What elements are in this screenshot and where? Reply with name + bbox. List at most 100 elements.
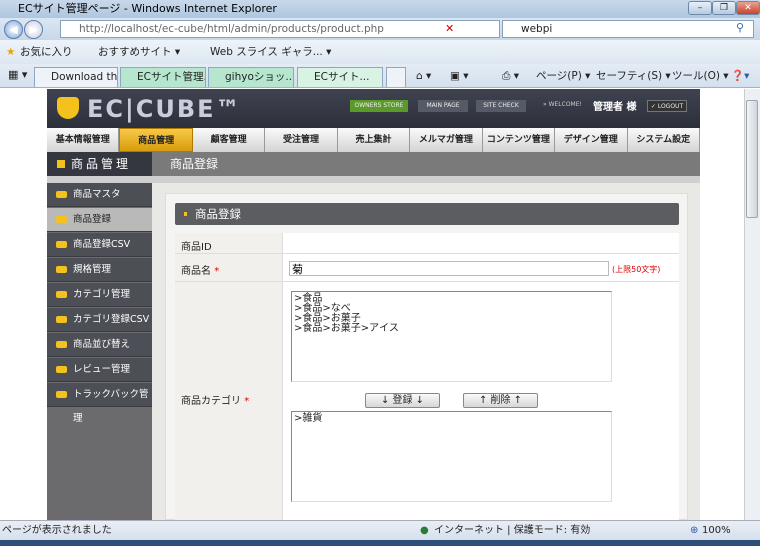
product-name-label: 商品名 * [175,254,283,281]
welcome-label: » WELCOME! [543,101,582,108]
selected-category-list[interactable]: >雑貨 [291,411,612,502]
search-icon[interactable]: ⚲ [736,21,744,34]
nav-orders[interactable]: 受注管理 [265,128,338,152]
nav-mailmag[interactable]: メルマガ管理 [410,128,483,152]
quick-tabs-icon[interactable]: ▦ ▾ [8,68,27,81]
sidebar-item-label: 商品登録CSV [73,239,131,250]
sidebar-item-review[interactable]: レビュー管理 [47,358,152,382]
folder-icon [56,366,67,373]
nav-sales[interactable]: 売上集計 [337,128,411,152]
register-category-button[interactable]: ↓ 登録 ↓ [365,393,440,408]
window-title: ECサイト管理ページ - Windows Internet Explorer [0,0,760,18]
favorites-bar: ★ お気に入り おすすめサイト ▾ Web スライス ギャラ... ▾ [0,40,760,64]
required-mark: * [244,396,250,407]
sidebar-item-label: 商品マスタ [73,189,121,200]
nav-contents[interactable]: コンテンツ管理 [482,128,556,152]
home-icon[interactable]: ⌂ ▾ [416,68,431,84]
search-input[interactable]: webpi [502,20,754,38]
folder-icon [56,191,67,198]
row-product-category: 商品カテゴリ * >食品 >食品>なべ >食品>お菓子 >食品>お菓子>アイス … [175,282,679,521]
tab-ec-admin[interactable]: ECサイト管理... [120,67,206,87]
folder-icon [56,316,67,323]
folder-icon [56,291,67,298]
address-row: ◀ ▶ http://localhost/ec-cube/html/admin/… [0,18,760,40]
logo: EC|CUBE™ [87,95,242,123]
zoom-level[interactable]: 100% [702,521,731,540]
tab-ec-active[interactable]: ECサイト... [297,67,383,87]
sidebar-item-sort[interactable]: 商品並び替え [47,333,152,357]
minimize-button[interactable]: – [688,1,712,15]
suggested-sites[interactable]: おすすめサイト ▾ [98,40,180,64]
sidebar-item-category-csv[interactable]: カテゴリ登録CSV [47,308,152,332]
label-text: 商品カテゴリ [181,396,241,407]
site-check-button[interactable]: SITE CHECK [476,100,526,112]
status-bar: ページが表示されました ● インターネット | 保護モード: 有効 ⊕ 100% [0,520,760,540]
available-category-list[interactable]: >食品 >食品>なべ >食品>お菓子 >食品>お菓子>アイス [291,291,612,382]
list-item[interactable]: >雑貨 [294,414,609,424]
star-icon: ★ [6,46,16,58]
row-product-name: 商品名 * (上限50文字) [175,254,679,282]
print-icon[interactable]: ⎙ ▾ [502,68,519,84]
new-tab[interactable] [386,67,406,87]
zoom-icon[interactable]: ⊕ [690,521,698,540]
sidebar-item-label: 商品登録 [73,214,112,225]
nav-design[interactable]: デザイン管理 [555,128,628,152]
forward-icon[interactable]: ▶ [24,20,43,39]
nav-products[interactable]: 商品管理 [119,128,193,152]
safety-menu[interactable]: セーフティ(S) ▾ [596,68,671,84]
admin-header: EC|CUBE™ OWNERS STORE MAIN PAGE SITE CHE… [47,89,700,128]
sub-header: 商品管理 商品登録 [47,152,700,176]
sidebar-item-product-csv[interactable]: 商品登録CSV [47,233,152,257]
sidebar-item-label: 規格管理 [73,264,112,275]
favorites-button[interactable]: お気に入り [20,40,73,64]
tools-menu[interactable]: ツール(O) ▾ [672,68,729,84]
page-menu[interactable]: ページ(P) ▾ [536,68,590,84]
form-heading: 商品登録 [175,203,679,225]
required-mark: * [214,266,220,277]
product-category-label: 商品カテゴリ * [175,282,283,520]
user-name: 管理者 様 [593,102,637,113]
nav-system[interactable]: システム設定 [627,128,700,152]
name-limit-note: (上限50文字) [612,265,661,274]
sidebar-item-label: レビュー管理 [73,364,131,375]
section-icon [57,160,65,168]
page-title: 商品登録 [170,157,219,171]
stop-icon[interactable]: ✕ [445,22,454,35]
sidebar-item-label: カテゴリ登録CSV [73,314,150,325]
logo-shield-icon [57,97,79,119]
address-bar[interactable]: http://localhost/ec-cube/html/admin/prod… [60,20,500,38]
owners-store-button[interactable]: OWNERS STORE [350,100,408,112]
tab-download[interactable]: Download th... [34,67,118,87]
sidebar-item-label: 商品並び替え [73,339,131,350]
logout-button[interactable]: ✓ LOGOUT [647,100,687,112]
status-text: ページが表示されました [2,525,112,536]
sidebar-item-trackback[interactable]: トラックバック管理 [47,383,152,424]
web-slice-gallery[interactable]: Web スライス ギャラ... ▾ [210,40,331,64]
nav-basic[interactable]: 基本情報管理 [47,128,120,152]
form-panel: 商品登録 商品ID 商品名 * (上限50文字) 商品カテゴリ * >食品 >食… [165,193,688,521]
sidebar-item-spec[interactable]: 規格管理 [47,258,152,282]
row-product-id: 商品ID [175,233,679,254]
list-item[interactable]: >食品>お菓子>アイス [294,324,609,334]
restore-button[interactable]: ❐ [712,1,736,15]
main-page-button[interactable]: MAIN PAGE [418,100,468,112]
product-name-input[interactable] [289,261,609,276]
feed-icon[interactable]: ▣ ▾ [450,68,469,84]
help-icon[interactable]: ❓▾ [731,68,749,84]
back-icon[interactable]: ◀ [4,20,23,39]
sidebar-item-product-register[interactable]: 商品登録 [47,208,152,232]
folder-icon [56,391,67,398]
delete-category-button[interactable]: ↑ 削除 ↑ [463,393,538,408]
sidebar-item-product-master[interactable]: 商品マスタ [47,183,152,207]
sidebar-item-label: カテゴリ管理 [73,289,131,300]
tab-gihyo[interactable]: gihyoショッ... [208,67,294,87]
globe-icon: ● [420,525,429,536]
sidebar-item-category[interactable]: カテゴリ管理 [47,283,152,307]
close-button[interactable]: ✕ [736,1,760,15]
scrollbar-thumb[interactable] [746,100,758,218]
main-nav: 基本情報管理 商品管理 顧客管理 受注管理 売上集計 メルマガ管理 コンテンツ管… [47,128,700,152]
label-text: 商品名 [181,266,211,277]
nav-customers[interactable]: 顧客管理 [192,128,266,152]
ec-cube-admin: EC|CUBE™ OWNERS STORE MAIN PAGE SITE CHE… [47,89,700,521]
sidebar-item-label: トラックバック管理 [73,389,149,424]
